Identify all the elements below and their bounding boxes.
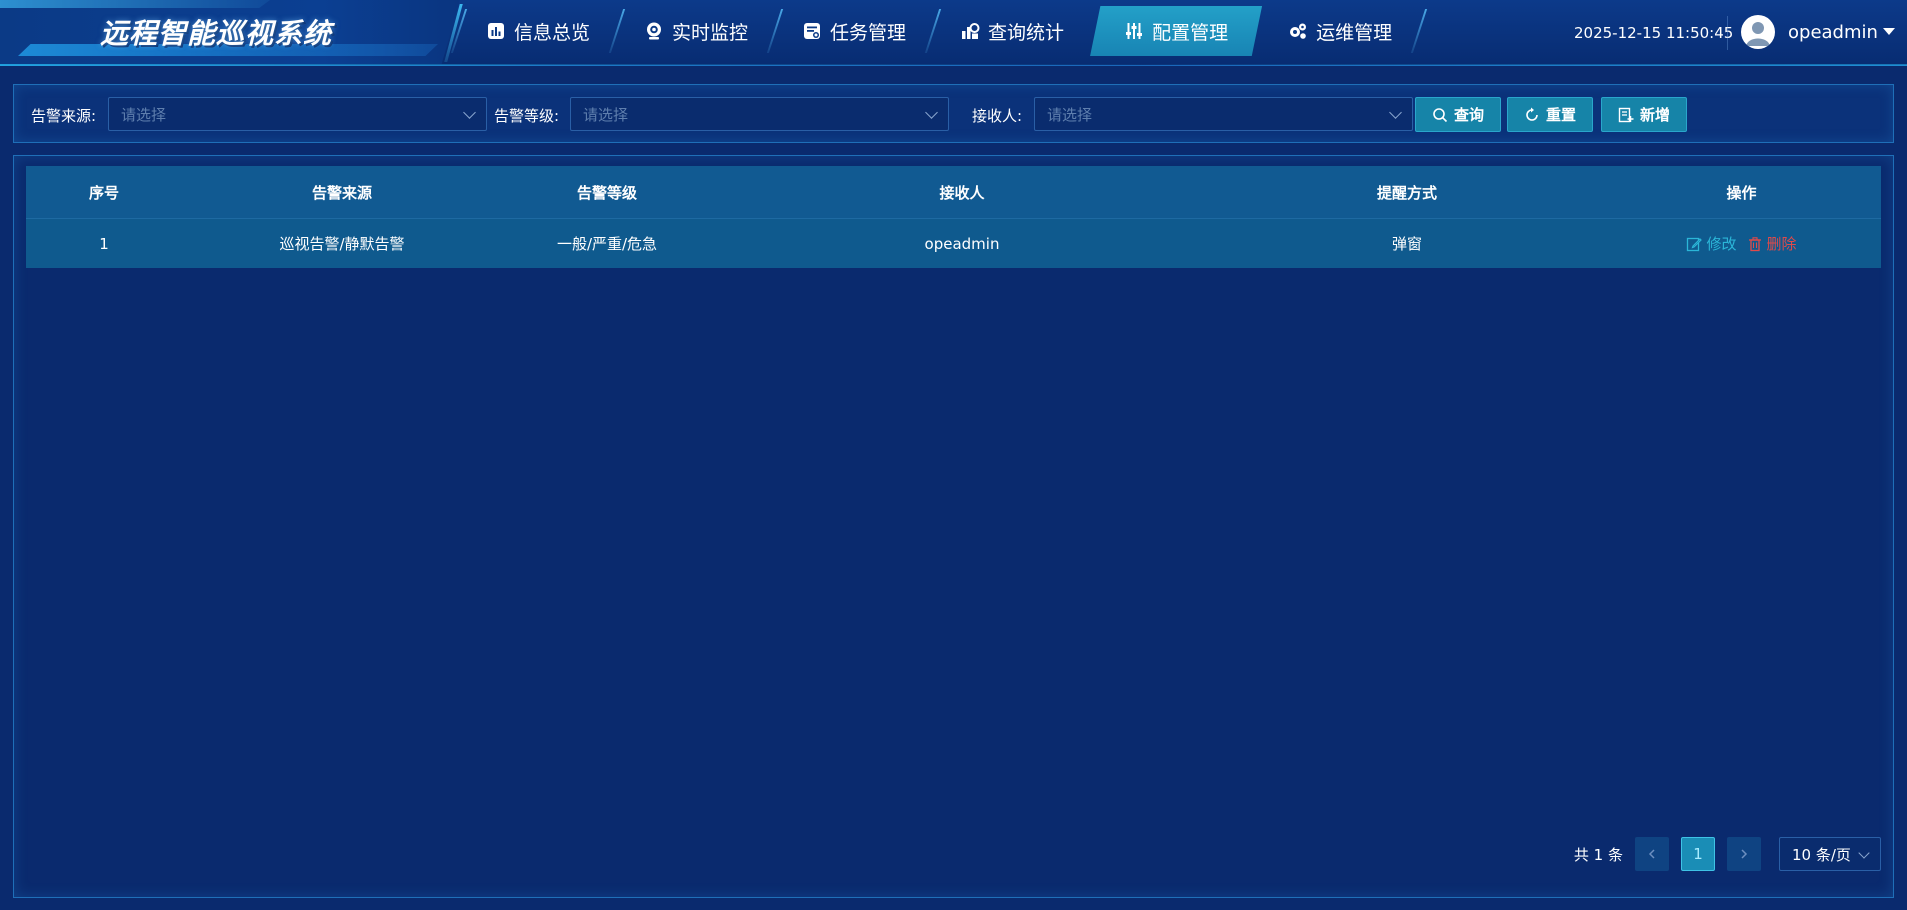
row-actions: 修改 删除	[1602, 233, 1881, 254]
alarm-config-table: 序号 告警来源 告警等级 接收人 提醒方式 操作 1 巡视告警/静默告警 一般/…	[26, 166, 1881, 268]
nav-item-overview[interactable]: 信息总览	[460, 6, 616, 56]
page-size-label: 10 条/页	[1792, 845, 1851, 864]
source-placeholder: 请选择	[121, 105, 167, 124]
table-panel: 序号 告警来源 告警等级 接收人 提醒方式 操作 1 巡视告警/静默告警 一般/…	[13, 155, 1894, 898]
nav-item-stats[interactable]: 查询统计	[934, 6, 1090, 56]
top-header: 远程智能巡视系统 信息总览 实时监控 任务管理 查询统计 配置管理 运维管理 2…	[0, 0, 1907, 66]
app-title: 远程智能巡视系统	[100, 17, 333, 50]
edit-icon	[1687, 237, 1703, 251]
chart-icon	[486, 21, 506, 41]
prev-page-button[interactable]	[1635, 837, 1669, 871]
gears-icon	[1288, 21, 1308, 41]
nav-label: 运维管理	[1316, 21, 1393, 44]
user-icon	[1746, 22, 1770, 46]
table-header: 序号 告警来源 告警等级 接收人 提醒方式 操作	[26, 166, 1881, 218]
add-button[interactable]: 新增	[1601, 97, 1687, 132]
receiver-select[interactable]: 请选择	[1034, 97, 1413, 131]
edit-label: 修改	[1706, 235, 1737, 253]
reset-label: 重置	[1545, 106, 1576, 124]
stats-icon	[960, 21, 980, 41]
add-document-icon	[1618, 107, 1634, 122]
refresh-icon	[1526, 107, 1538, 121]
edit-button[interactable]: 修改	[1686, 233, 1737, 254]
chevron-right-icon	[1741, 849, 1748, 859]
chevron-down-icon	[1858, 847, 1870, 859]
column-header: 提醒方式	[1376, 183, 1437, 202]
nav-item-ops[interactable]: 运维管理	[1262, 6, 1418, 56]
total-count: 共 1 条	[1573, 845, 1623, 864]
nav-item-tasks[interactable]: 任务管理	[776, 6, 932, 56]
pagination: 共 1 条 1 10 条/页	[1574, 837, 1881, 871]
nav-label: 实时监控	[672, 21, 749, 44]
level-select[interactable]: 请选择	[570, 97, 949, 131]
sliders-icon	[1124, 21, 1144, 41]
username[interactable]: opeadmin	[1788, 22, 1878, 43]
avatar[interactable]	[1741, 15, 1775, 49]
nav-label: 任务管理	[830, 21, 907, 44]
query-label: 查询	[1453, 106, 1484, 124]
column-header: 序号	[88, 183, 119, 202]
add-label: 新增	[1639, 106, 1670, 124]
chevron-down-icon	[463, 106, 476, 119]
search-icon	[1433, 107, 1448, 122]
column-header: 告警来源	[311, 183, 372, 202]
level-label: 告警等级:	[494, 107, 560, 125]
nav-label: 查询统计	[988, 21, 1065, 44]
camera-icon	[644, 21, 664, 41]
next-page-button[interactable]	[1727, 837, 1761, 871]
row-source: 巡视告警/静默告警	[279, 235, 405, 253]
chevron-down-icon	[925, 106, 938, 119]
source-select[interactable]: 请选择	[108, 97, 487, 131]
task-icon	[802, 21, 822, 41]
table-row: 1 巡视告警/静默告警 一般/严重/危急 opeadmin 弹窗 修改 删除	[26, 218, 1881, 268]
main-nav: 信息总览 实时监控 任务管理 查询统计 配置管理 运维管理	[450, 6, 1428, 56]
chevron-down-icon	[1389, 106, 1402, 119]
caret-down-icon[interactable]	[1883, 28, 1895, 35]
source-label: 告警来源:	[31, 107, 97, 125]
page-size-select[interactable]: 10 条/页	[1779, 837, 1881, 871]
level-placeholder: 请选择	[583, 105, 629, 124]
column-header: 告警等级	[576, 183, 637, 202]
receiver-placeholder: 请选择	[1047, 105, 1093, 124]
logo-decor-top	[0, 0, 270, 8]
column-header: 接收人	[939, 183, 985, 202]
column-header: 操作	[1726, 183, 1757, 202]
nav-item-monitor[interactable]: 实时监控	[618, 6, 774, 56]
trash-icon	[1748, 236, 1761, 251]
page-number-button[interactable]: 1	[1681, 837, 1715, 871]
row-level: 一般/严重/危急	[556, 235, 658, 253]
row-index: 1	[99, 234, 109, 253]
row-receiver: opeadmin	[924, 234, 1000, 253]
current-datetime: 2025-12-15 11:50:45	[1574, 24, 1734, 42]
receiver-label: 接收人:	[972, 107, 1023, 125]
delete-button[interactable]: 删除	[1747, 233, 1797, 254]
user-divider	[1727, 16, 1728, 50]
delete-label: 删除	[1766, 235, 1797, 253]
chevron-left-icon	[1648, 849, 1655, 859]
reset-button[interactable]: 重置	[1507, 97, 1593, 132]
filter-panel: 告警来源: 请选择 告警等级: 请选择 接收人: 请选择 查询 重置 新增	[13, 84, 1894, 143]
row-method: 弹窗	[1391, 235, 1422, 253]
query-button[interactable]: 查询	[1415, 97, 1501, 132]
nav-label: 信息总览	[514, 21, 591, 44]
nav-item-config[interactable]: 配置管理	[1090, 6, 1263, 56]
nav-label: 配置管理	[1152, 21, 1229, 44]
